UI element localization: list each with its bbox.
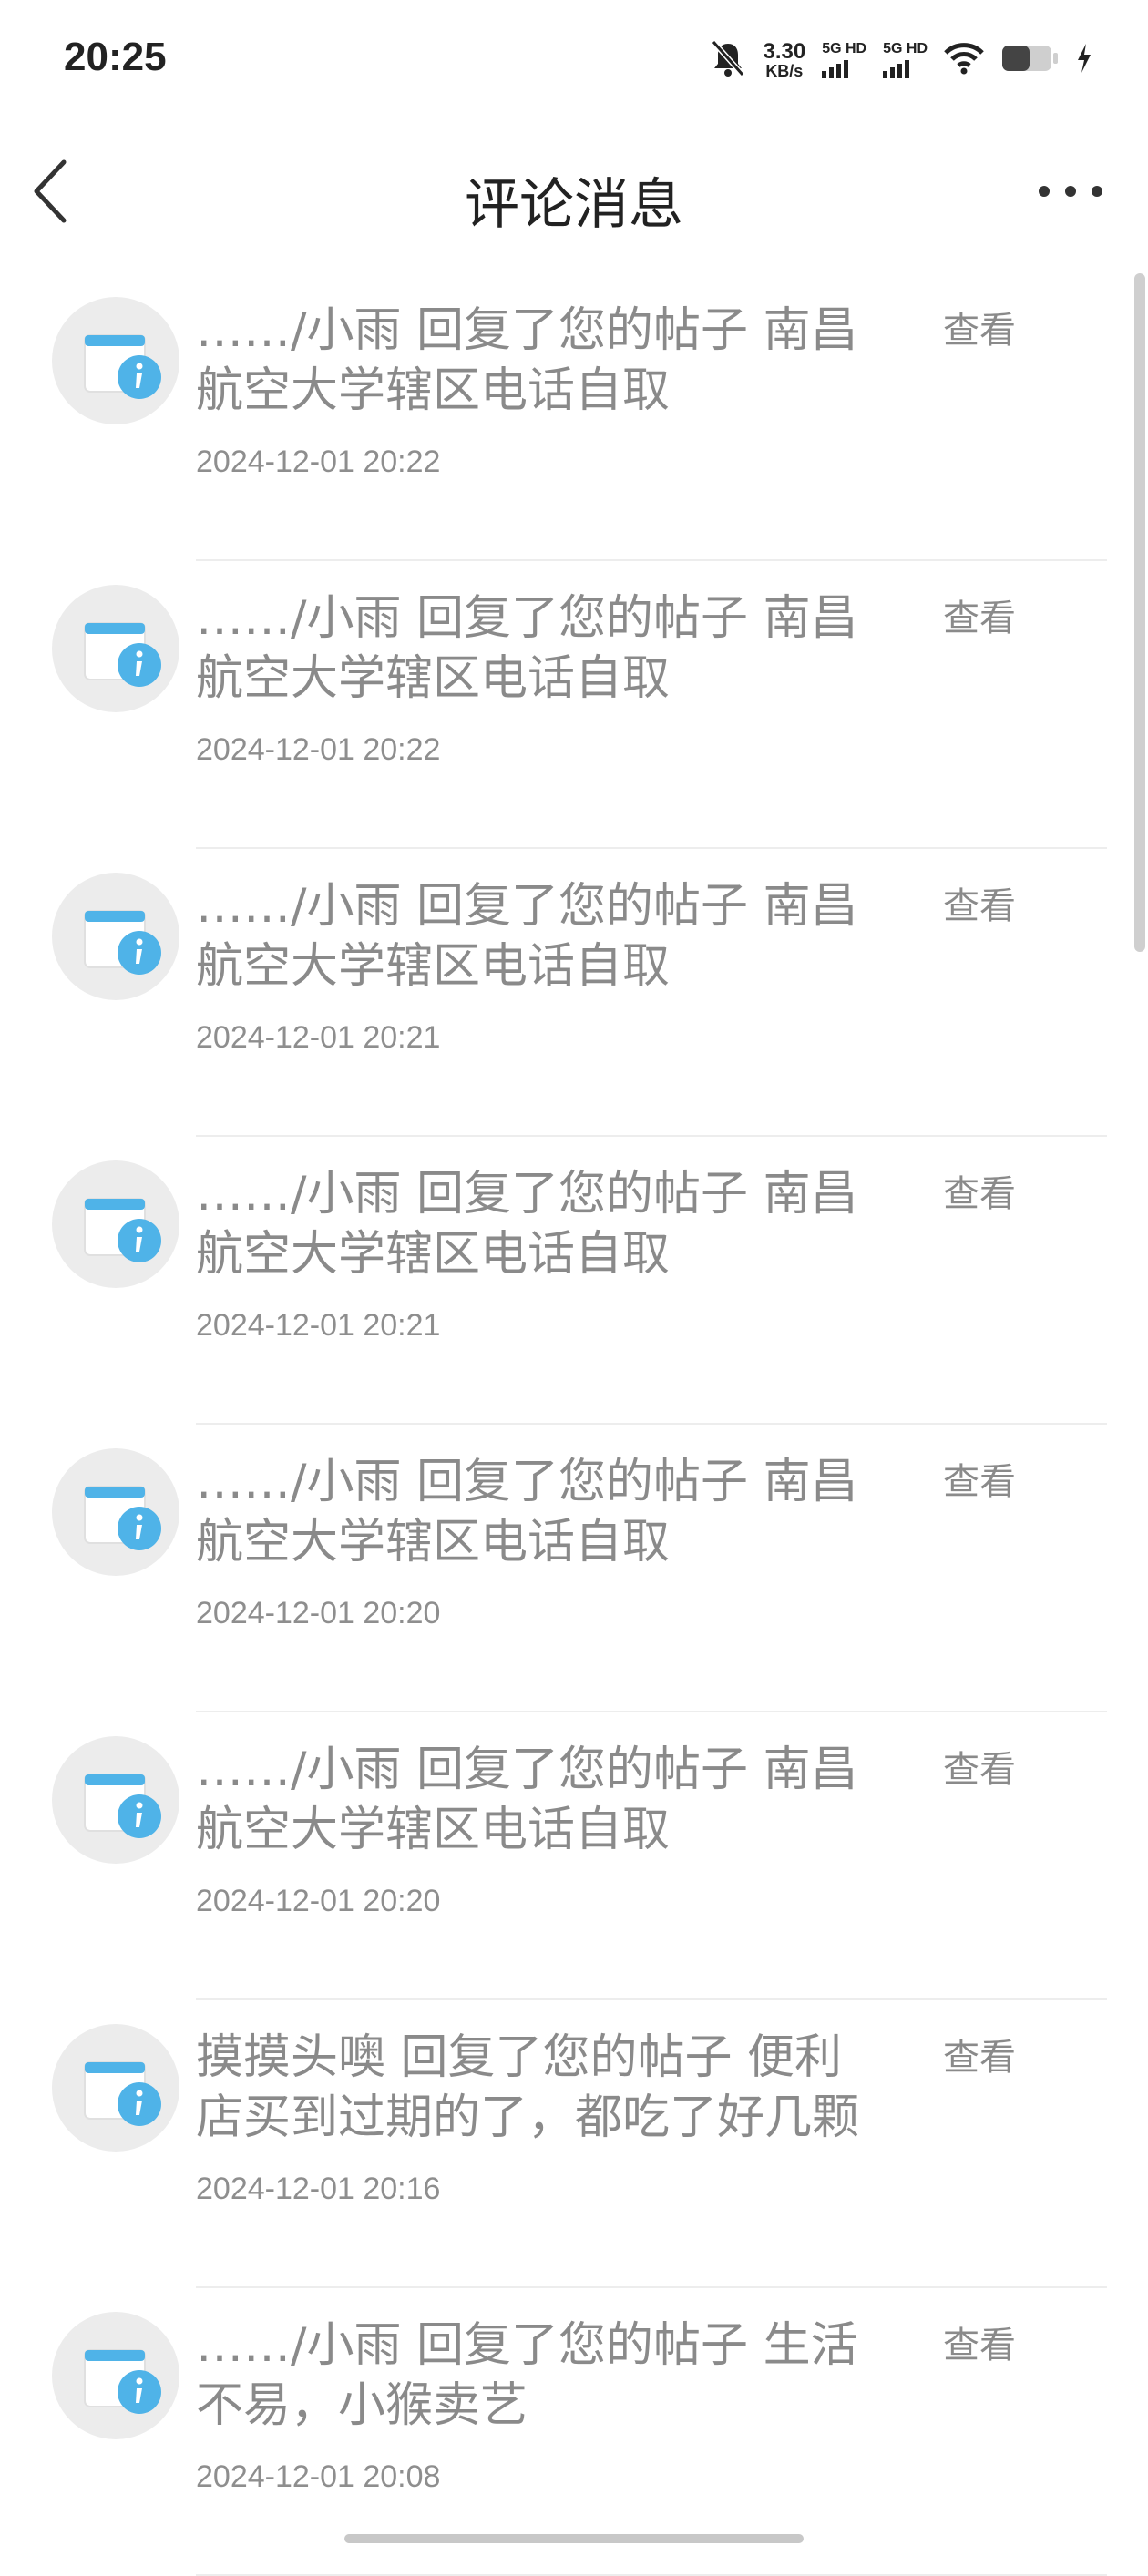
notification-icon <box>52 297 179 424</box>
notification-content: ……/小雨 回复了您的帖子 南昌 航空大学辖区电话自取 2024-12-01 2… <box>196 1740 925 1919</box>
more-icon-dot <box>1092 186 1102 197</box>
bell-muted-icon <box>710 38 746 82</box>
notification-message-line2: 店买到过期的了，都吃了好几颗 <box>196 2090 860 2145</box>
notification-date: 2024-12-01 20:21 <box>196 1308 441 1343</box>
charging-icon <box>1075 42 1093 78</box>
notification-message-line1: ……/小雨 回复了您的帖子 南昌 <box>196 1743 858 1797</box>
notification-content: ……/小雨 回复了您的帖子 南昌 航空大学辖区电话自取 2024-12-01 2… <box>196 1164 925 1344</box>
notification-date: 2024-12-01 20:16 <box>196 2172 441 2206</box>
list-item[interactable]: ……/小雨 回复了您的帖子 南昌 航空大学辖区电话自取 2024-12-01 2… <box>0 561 1148 849</box>
home-indicator[interactable] <box>344 2534 804 2543</box>
notification-content: ……/小雨 回复了您的帖子 南昌 航空大学辖区电话自取 2024-12-01 2… <box>196 876 925 1056</box>
notification-message-line2: 航空大学辖区电话自取 <box>196 1515 671 1569</box>
notification-date: 2024-12-01 20:08 <box>196 2459 441 2494</box>
page-title: 评论消息 <box>465 173 683 237</box>
list-item[interactable]: ……/小雨 回复了您的帖子 南昌 航空大学辖区电话自取 2024-12-01 2… <box>0 1712 1148 2000</box>
notification-icon <box>52 2024 179 2152</box>
sim1-label: 5G HD <box>822 41 867 56</box>
notification-message-line1: ……/小雨 回复了您的帖子 南昌 <box>196 303 858 358</box>
notification-content: ……/小雨 回复了您的帖子 南昌 航空大学辖区电话自取 2024-12-01 2… <box>196 1452 925 1631</box>
notification-icon <box>52 1448 179 1576</box>
view-link[interactable]: 查看 <box>943 2028 1016 2080</box>
signal-icon <box>883 60 910 78</box>
view-link[interactable]: 查看 <box>943 2315 1016 2368</box>
notification-message-line2: 航空大学辖区电话自取 <box>196 651 671 706</box>
list-item[interactable]: ……/小雨 回复了您的帖子 南昌 航空大学辖区电话自取 2024-12-01 2… <box>0 1137 1148 1425</box>
notification-message-line1: ……/小雨 回复了您的帖子 南昌 <box>196 591 858 646</box>
list-item[interactable]: ……/小雨 回复了您的帖子 生活 不易，小猴卖艺 2024-12-01 20:0… <box>0 2288 1148 2576</box>
notification-message-line1: ……/小雨 回复了您的帖子 生活 <box>196 2318 858 2373</box>
notification-message-line2: 不易，小猴卖艺 <box>196 2378 528 2433</box>
net-speed-value: 3.30 <box>763 39 806 64</box>
notification-message-line2: 航空大学辖区电话自取 <box>196 1803 671 1857</box>
notification-icon <box>52 1160 179 1288</box>
notification-icon <box>52 585 179 712</box>
notification-date: 2024-12-01 20:22 <box>196 445 441 479</box>
notification-date: 2024-12-01 20:21 <box>196 1020 441 1055</box>
net-speed: 3.30 KB/s <box>763 39 806 80</box>
notification-date: 2024-12-01 20:20 <box>196 1596 441 1630</box>
view-link[interactable]: 查看 <box>943 876 1016 929</box>
status-icons: 3.30 KB/s 5G HD 5G HD <box>710 40 1093 80</box>
status-bar: 20:25 3.30 KB/s 5G HD 5G HD <box>0 0 1148 118</box>
notification-message-line1: ……/小雨 回复了您的帖子 南昌 <box>196 1167 858 1222</box>
view-link[interactable]: 查看 <box>943 1452 1016 1505</box>
battery-icon <box>1000 43 1059 77</box>
notification-list[interactable]: ……/小雨 回复了您的帖子 南昌 航空大学辖区电话自取 2024-12-01 2… <box>0 273 1148 2576</box>
status-time: 20:25 <box>64 35 167 79</box>
notification-icon <box>52 873 179 1000</box>
notification-content: ……/小雨 回复了您的帖子 南昌 航空大学辖区电话自取 2024-12-01 2… <box>196 588 925 768</box>
view-link[interactable]: 查看 <box>943 1164 1016 1217</box>
wifi-icon <box>944 42 984 78</box>
view-link[interactable]: 查看 <box>943 1740 1016 1793</box>
more-icon-dot <box>1065 186 1076 197</box>
signal-sim2: 5G HD <box>883 42 928 78</box>
notification-date: 2024-12-01 20:22 <box>196 732 441 767</box>
header: 评论消息 <box>0 137 1148 246</box>
net-speed-unit: KB/s <box>765 62 804 80</box>
notification-icon <box>52 1736 179 1864</box>
notification-date: 2024-12-01 20:20 <box>196 1884 441 1918</box>
signal-icon <box>822 60 849 78</box>
notification-message-line2: 航空大学辖区电话自取 <box>196 939 671 994</box>
more-icon <box>1039 186 1050 197</box>
sim2-label: 5G HD <box>883 41 928 56</box>
notification-content: 摸摸头噢 回复了您的帖子 便利 店买到过期的了，都吃了好几颗 2024-12-0… <box>196 2028 925 2207</box>
scrollbar[interactable] <box>1134 273 1145 952</box>
notification-content: ……/小雨 回复了您的帖子 生活 不易，小猴卖艺 2024-12-01 20:0… <box>196 2315 925 2495</box>
notification-message-line1: ……/小雨 回复了您的帖子 南昌 <box>196 1455 858 1509</box>
notification-message-line2: 航空大学辖区电话自取 <box>196 1227 671 1282</box>
notification-message-line1: 摸摸头噢 回复了您的帖子 便利 <box>196 2030 843 2085</box>
list-item[interactable]: ……/小雨 回复了您的帖子 南昌 航空大学辖区电话自取 2024-12-01 2… <box>0 849 1148 1137</box>
list-item[interactable]: ……/小雨 回复了您的帖子 南昌 航空大学辖区电话自取 2024-12-01 2… <box>0 273 1148 561</box>
list-item[interactable]: ……/小雨 回复了您的帖子 南昌 航空大学辖区电话自取 2024-12-01 2… <box>0 1425 1148 1712</box>
view-link[interactable]: 查看 <box>943 588 1016 641</box>
notification-message-line1: ……/小雨 回复了您的帖子 南昌 <box>196 879 858 934</box>
notification-icon <box>52 2312 179 2439</box>
view-link[interactable]: 查看 <box>943 301 1016 353</box>
more-button[interactable] <box>1039 173 1102 210</box>
notification-content: ……/小雨 回复了您的帖子 南昌 航空大学辖区电话自取 2024-12-01 2… <box>196 301 925 480</box>
notification-message-line2: 航空大学辖区电话自取 <box>196 363 671 418</box>
list-item[interactable]: 摸摸头噢 回复了您的帖子 便利 店买到过期的了，都吃了好几颗 2024-12-0… <box>0 2000 1148 2288</box>
signal-sim1: 5G HD <box>822 42 866 78</box>
